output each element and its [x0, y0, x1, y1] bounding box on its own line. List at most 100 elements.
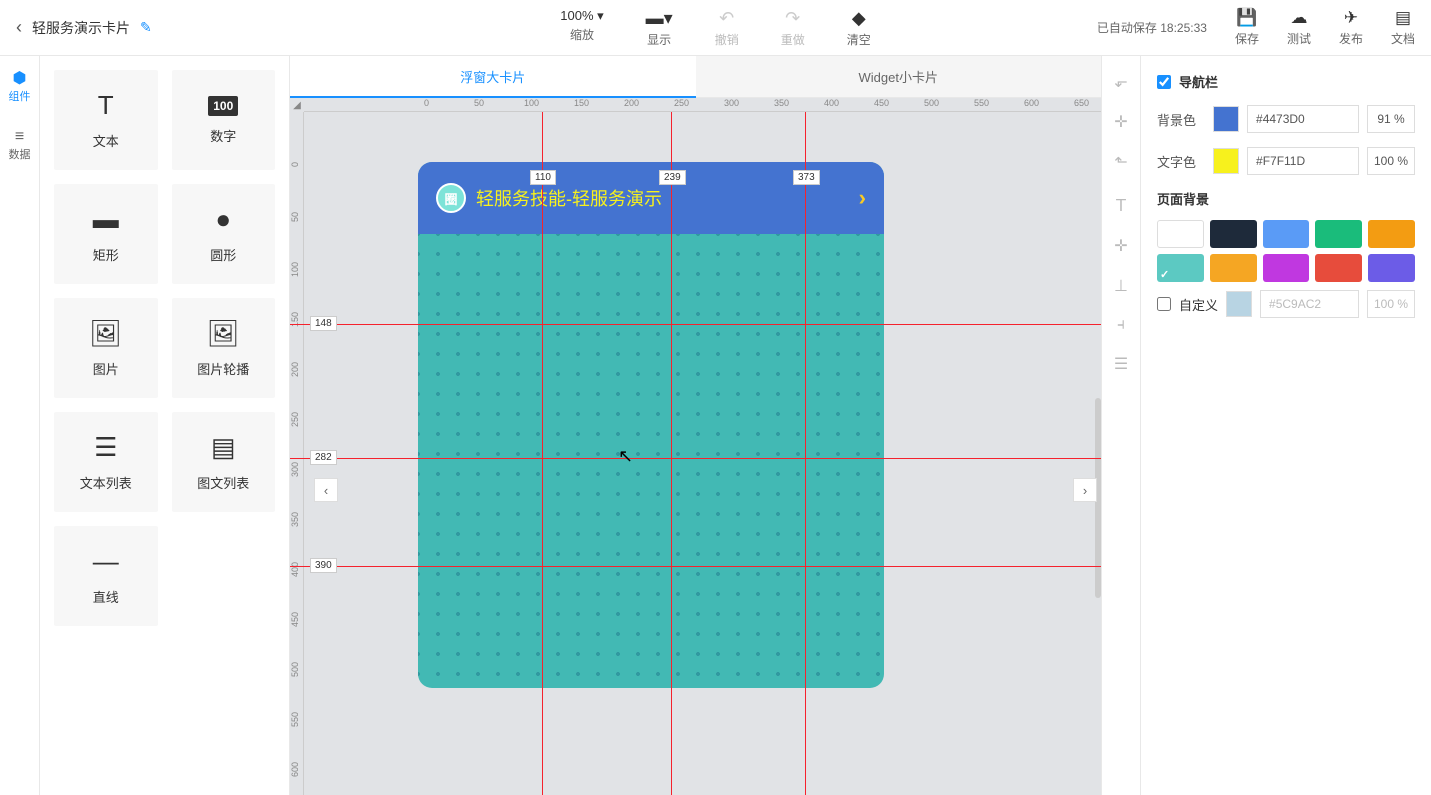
custom-checkbox[interactable]: [1157, 297, 1171, 311]
rail-components[interactable]: ⬢组件: [0, 56, 39, 116]
guide-vertical[interactable]: [805, 112, 806, 795]
publish-button[interactable]: ✈发布: [1339, 8, 1363, 47]
textcolor-input[interactable]: # F7F11D: [1247, 147, 1359, 175]
navbar-checkbox[interactable]: [1157, 75, 1171, 89]
redo-label: 重做: [781, 31, 805, 48]
comp-imglist[interactable]: ▤图文列表: [172, 412, 276, 512]
guide-vertical[interactable]: [542, 112, 543, 795]
cube-icon: ⬢: [13, 68, 27, 88]
comp-rect[interactable]: ▬矩形: [54, 184, 158, 284]
card-body: [418, 234, 884, 688]
doc-title: 轻服务演示卡片: [32, 18, 130, 38]
bgcolor-label: 背景色: [1157, 110, 1205, 129]
align-left-icon[interactable]: ⬐: [1114, 72, 1127, 92]
redo-icon: ↷: [785, 8, 800, 29]
publish-icon: ✈: [1344, 8, 1358, 28]
guide-horizontal[interactable]: [290, 324, 1101, 325]
card-title: 轻服务技能-轻服务演示: [476, 185, 849, 211]
display-icon: ▬▾: [646, 8, 673, 29]
align-top-icon[interactable]: Ｔ: [1113, 192, 1129, 216]
display-label: 显示: [647, 31, 671, 48]
ruler-horizontal[interactable]: 050100150200250300350400450500550600650: [304, 98, 1101, 112]
save-button[interactable]: 💾保存: [1235, 8, 1259, 47]
tab-widget-card[interactable]: Widget小卡片: [696, 56, 1102, 98]
bgcolor-opacity[interactable]: 91 %: [1367, 105, 1415, 133]
bgcolor-swatch[interactable]: [1213, 106, 1239, 132]
test-button[interactable]: ☁测试: [1287, 8, 1311, 47]
eraser-icon: ◆: [852, 8, 866, 29]
comp-image[interactable]: 🖼图片: [54, 298, 158, 398]
card-preview[interactable]: 圈 轻服务技能-轻服务演示 ›: [418, 162, 884, 688]
save-icon: 💾: [1236, 8, 1257, 28]
clear-button[interactable]: ◆ 清空: [847, 8, 871, 48]
custom-label: 自定义: [1179, 295, 1218, 314]
rectangle-icon: ▬: [93, 204, 119, 235]
next-paddle[interactable]: ›: [1073, 478, 1097, 502]
autosave-status: 已自动保存 18:25:33: [1097, 19, 1207, 36]
navbar-label: 导航栏: [1179, 72, 1218, 91]
database-icon: ≡: [15, 128, 24, 146]
textcolor-swatch[interactable]: [1213, 148, 1239, 174]
clear-label: 清空: [847, 31, 871, 48]
undo-button[interactable]: ↶ 撤销: [715, 8, 739, 48]
palette-swatch[interactable]: [1157, 220, 1204, 248]
align-center-h-icon[interactable]: ✛: [1114, 112, 1127, 132]
comp-number[interactable]: 100数字: [172, 70, 276, 170]
back-button[interactable]: ‹: [16, 17, 22, 38]
comp-carousel[interactable]: 🖼图片轮播: [172, 298, 276, 398]
align-center-v-icon[interactable]: ✛: [1114, 236, 1127, 256]
prev-paddle[interactable]: ‹: [314, 478, 338, 502]
edit-title-icon[interactable]: ✎: [140, 19, 152, 36]
ruler-vertical[interactable]: 050100150200250300350400450500550600650: [290, 112, 304, 795]
zoom-label: 缩放: [570, 26, 594, 43]
comp-circle[interactable]: ●圆形: [172, 184, 276, 284]
carousel-icon: 🖼: [207, 318, 240, 349]
comp-line[interactable]: ―直线: [54, 526, 158, 626]
align-bottom-icon[interactable]: ⊥: [1114, 276, 1128, 296]
docs-icon: ▤: [1395, 8, 1411, 28]
zoom-value: 100%: [560, 8, 593, 23]
canvas[interactable]: ◢ 05010015020025030035040045050055060065…: [290, 98, 1101, 795]
tab-big-card[interactable]: 浮窗大卡片: [290, 56, 696, 98]
display-control[interactable]: ▬▾ 显示: [646, 8, 673, 48]
distribute-h-icon[interactable]: ⫞: [1117, 316, 1125, 334]
chevron-right-icon: ›: [859, 185, 866, 211]
comp-text[interactable]: T文本: [54, 70, 158, 170]
docs-button[interactable]: ▤文档: [1391, 8, 1415, 47]
chevron-down-icon: ▾: [597, 8, 604, 23]
image-icon: 🖼: [89, 318, 122, 349]
rail-data[interactable]: ≡数据: [0, 116, 39, 174]
redo-button[interactable]: ↷ 重做: [781, 8, 805, 48]
ruler-origin[interactable]: ◢: [290, 98, 304, 112]
zoom-control[interactable]: 100% ▾ 缩放: [560, 8, 603, 48]
palette-swatch[interactable]: [1315, 220, 1362, 248]
guide-vertical[interactable]: [671, 112, 672, 795]
align-right-icon[interactable]: ⬑: [1114, 152, 1127, 172]
palette-swatch[interactable]: [1157, 254, 1204, 282]
page-bg-section: 页面背景: [1157, 189, 1415, 208]
textcolor-opacity[interactable]: 100 %: [1367, 147, 1415, 175]
palette-swatch[interactable]: [1315, 254, 1362, 282]
bgcolor-input[interactable]: # 4473D0: [1247, 105, 1359, 133]
number-icon: 100: [208, 96, 238, 116]
guide-horizontal[interactable]: [290, 566, 1101, 567]
guide-label: 373: [793, 170, 820, 185]
comp-textlist[interactable]: ☰文本列表: [54, 412, 158, 512]
palette-swatch[interactable]: [1210, 254, 1257, 282]
undo-icon: ↶: [719, 8, 734, 29]
custom-swatch[interactable]: [1226, 291, 1252, 317]
palette-swatch[interactable]: [1263, 220, 1310, 248]
guide-horizontal[interactable]: [290, 458, 1101, 459]
guide-label: 282: [310, 450, 337, 465]
palette-swatch[interactable]: [1210, 220, 1257, 248]
textcolor-label: 文字色: [1157, 152, 1205, 171]
palette-swatch[interactable]: [1368, 254, 1415, 282]
custom-opacity[interactable]: 100 %: [1367, 290, 1415, 318]
palette-swatch[interactable]: [1263, 254, 1310, 282]
palette-swatch[interactable]: [1368, 220, 1415, 248]
guide-label: 148: [310, 316, 337, 331]
card-logo-icon: 圈: [436, 183, 466, 213]
imglist-icon: ▤: [211, 432, 236, 463]
custom-hex-input[interactable]: # 5C9AC2: [1260, 290, 1359, 318]
distribute-v-icon[interactable]: ☰: [1114, 354, 1128, 374]
